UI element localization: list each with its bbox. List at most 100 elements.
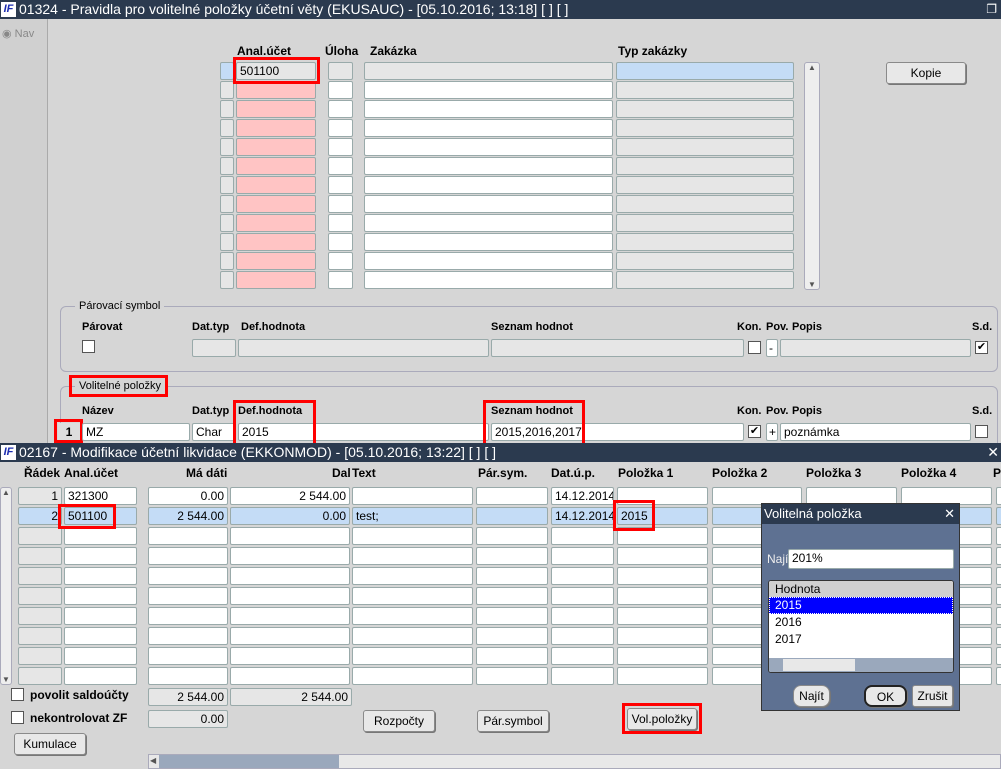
popup-find-button[interactable]: Najít — [793, 685, 830, 707]
row-selector[interactable] — [220, 157, 234, 175]
kopie-button[interactable]: Kopie — [886, 62, 966, 84]
pol1-cell[interactable] — [617, 647, 708, 665]
popup-hscrollbar[interactable] — [769, 658, 953, 672]
datup-cell[interactable] — [551, 527, 614, 545]
scroll-thumb[interactable] — [159, 755, 339, 768]
typ-zakazky-cell[interactable] — [616, 176, 794, 194]
pol5-cell[interactable] — [996, 567, 1001, 585]
typ-zakazky-cell[interactable] — [616, 119, 794, 137]
typ-zakazky-cell[interactable] — [616, 100, 794, 118]
dal-cell[interactable] — [230, 527, 350, 545]
text-cell[interactable] — [352, 527, 473, 545]
pol1-cell[interactable] — [617, 547, 708, 565]
bottom-grid-scrollbar[interactable]: ▲ ▼ — [0, 487, 12, 685]
typ-zakazky-cell[interactable] — [616, 157, 794, 175]
parsym-cell[interactable] — [476, 607, 548, 625]
popup-ok-button[interactable]: OK — [864, 685, 907, 707]
parsym-cell[interactable] — [476, 667, 548, 685]
popup-titlebar[interactable]: Volitelná položka ✕ — [762, 504, 959, 524]
zakazka-cell[interactable] — [364, 252, 613, 270]
pol5-cell[interactable] — [996, 647, 1001, 665]
row-selector[interactable] — [220, 195, 234, 213]
par-popis-field[interactable] — [780, 339, 971, 357]
popup-list-item[interactable]: 2015 — [769, 597, 953, 614]
nav-radio[interactable]: ◉ Nav — [2, 27, 47, 40]
nekontrolovat-zf-checkbox[interactable] — [11, 711, 24, 724]
row-selector[interactable] — [220, 100, 234, 118]
par-sd-checkbox[interactable]: ✔ — [975, 341, 988, 354]
bottom-window-titlebar[interactable]: IF 02167 - Modifikace účetní likvidace (E… — [0, 443, 1001, 462]
uloha-cell[interactable] — [328, 271, 353, 289]
zakazka-cell[interactable] — [364, 62, 613, 80]
anal-ucet-cell[interactable] — [236, 100, 316, 118]
zakazka-cell[interactable] — [364, 138, 613, 156]
row-selector[interactable] — [220, 233, 234, 251]
v-dattyp-field[interactable]: Char — [192, 423, 236, 441]
uloha-cell[interactable] — [328, 62, 353, 80]
anal-cell[interactable] — [64, 587, 137, 605]
dal-cell[interactable] — [230, 567, 350, 585]
datup-cell[interactable] — [551, 547, 614, 565]
zakazka-cell[interactable] — [364, 176, 613, 194]
horizontal-scrollbar[interactable]: ◀ — [148, 754, 1001, 769]
uloha-cell[interactable] — [328, 195, 353, 213]
madati-cell[interactable] — [148, 587, 228, 605]
scroll-up-icon[interactable]: ▲ — [1, 488, 11, 497]
anal-ucet-cell[interactable] — [236, 157, 316, 175]
zakazka-cell[interactable] — [364, 271, 613, 289]
scroll-down-icon[interactable]: ▼ — [805, 280, 819, 289]
par-seznam-field[interactable] — [491, 339, 744, 357]
anal-ucet-cell[interactable] — [236, 233, 316, 251]
datup-cell[interactable] — [551, 647, 614, 665]
scroll-down-icon[interactable]: ▼ — [1, 675, 11, 684]
parsym-cell[interactable] — [476, 647, 548, 665]
datup-cell[interactable]: 14.12.2014 — [551, 487, 614, 505]
anal-ucet-cell[interactable] — [236, 176, 316, 194]
popup-close-icon[interactable]: ✕ — [944, 504, 955, 524]
scroll-up-icon[interactable]: ▲ — [805, 63, 819, 72]
anal-cell[interactable] — [64, 607, 137, 625]
pol1-cell[interactable] — [617, 587, 708, 605]
text-cell[interactable] — [352, 567, 473, 585]
madati-cell[interactable] — [148, 527, 228, 545]
v-sd-checkbox[interactable] — [975, 425, 988, 438]
uloha-cell[interactable] — [328, 81, 353, 99]
row-selector[interactable] — [220, 81, 234, 99]
madati-cell[interactable] — [148, 627, 228, 645]
madati-cell[interactable] — [148, 647, 228, 665]
parsym-cell[interactable] — [476, 627, 548, 645]
dal-cell[interactable]: 0.00 — [230, 507, 350, 525]
par-defhod-field[interactable] — [238, 339, 489, 357]
parovat-checkbox[interactable] — [82, 340, 95, 353]
madati-cell[interactable]: 2 544.00 — [148, 507, 228, 525]
typ-zakazky-cell[interactable] — [616, 214, 794, 232]
datup-cell[interactable]: 14.12.2014 — [551, 507, 614, 525]
v-popis-field[interactable]: poznámka — [780, 423, 971, 441]
pol1-cell[interactable] — [617, 627, 708, 645]
typ-zakazky-cell[interactable] — [616, 233, 794, 251]
pol1-cell[interactable] — [617, 567, 708, 585]
datup-cell[interactable] — [551, 667, 614, 685]
madati-cell[interactable] — [148, 667, 228, 685]
zakazka-cell[interactable] — [364, 157, 613, 175]
text-cell[interactable] — [352, 547, 473, 565]
text-cell[interactable] — [352, 587, 473, 605]
dal-cell[interactable] — [230, 607, 350, 625]
text-cell[interactable] — [352, 487, 473, 505]
popup-search-input[interactable]: 201% — [788, 549, 954, 569]
pol5-cell[interactable] — [996, 507, 1001, 525]
uloha-cell[interactable] — [328, 157, 353, 175]
anal-ucet-cell[interactable] — [236, 214, 316, 232]
pol5-cell[interactable] — [996, 587, 1001, 605]
row-selector[interactable] — [220, 138, 234, 156]
uloha-cell[interactable] — [328, 214, 353, 232]
pol1-cell[interactable] — [617, 607, 708, 625]
pol5-cell[interactable] — [996, 607, 1001, 625]
pol5-cell[interactable] — [996, 627, 1001, 645]
parsym-cell[interactable] — [476, 487, 548, 505]
typ-zakazky-cell[interactable] — [616, 138, 794, 156]
uloha-cell[interactable] — [328, 138, 353, 156]
pol5-cell[interactable] — [996, 527, 1001, 545]
top-window-titlebar[interactable]: IF 01324 - Pravidla pro volitelné položky… — [0, 0, 1001, 19]
madati-cell[interactable] — [148, 547, 228, 565]
